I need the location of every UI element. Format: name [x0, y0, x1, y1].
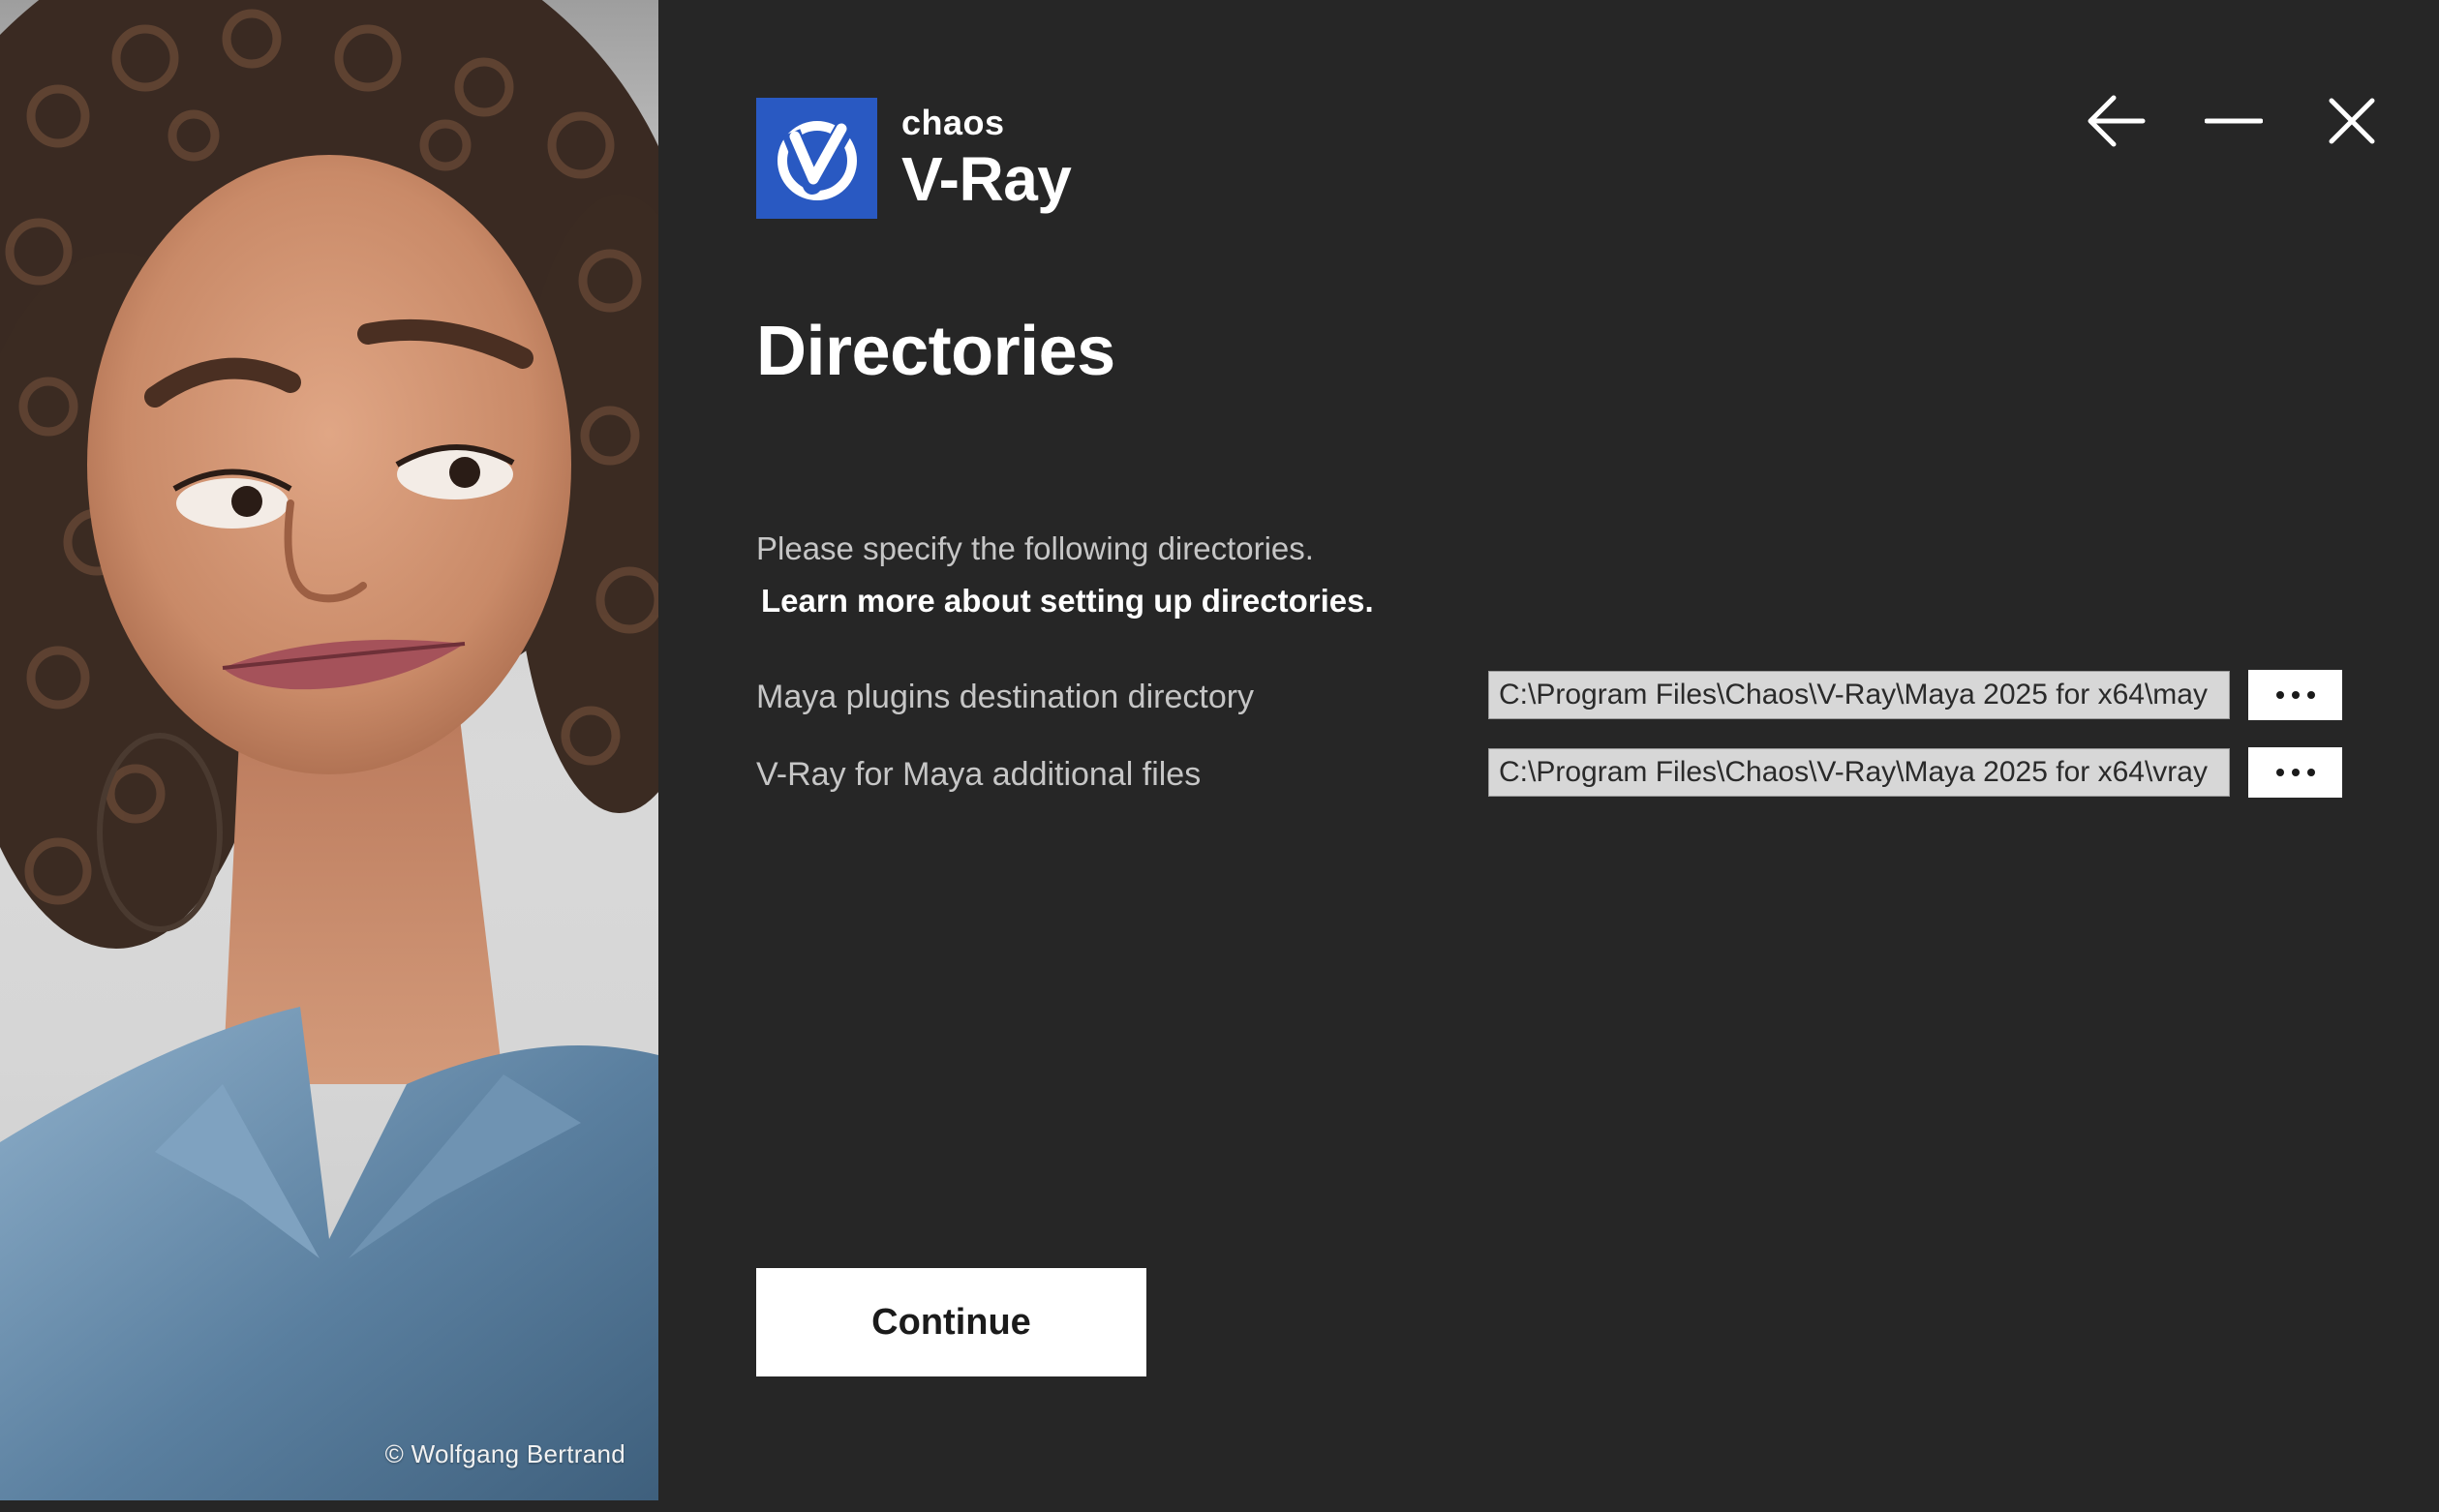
arrow-left-icon	[2088, 95, 2146, 147]
directory-path-input[interactable]	[1488, 671, 2230, 719]
character-portrait-image	[0, 0, 658, 1506]
page-description: Please specify the following directories…	[756, 530, 1314, 566]
vray-v-icon	[756, 98, 877, 219]
logo-wordmark: chaos V-Ray	[901, 103, 1072, 214]
continue-button[interactable]: Continue	[756, 1268, 1146, 1376]
artwork-bottom-edge	[0, 1500, 658, 1506]
artwork-panel: © Wolfgang Bertrand	[0, 0, 658, 1506]
directory-row-additional-files: V-Ray for Maya additional files	[756, 747, 2342, 799]
back-button[interactable]	[2085, 92, 2147, 150]
directory-label: V-Ray for Maya additional files	[756, 756, 1202, 793]
page-title: Directories	[756, 313, 1115, 390]
directory-label: Maya plugins destination directory	[756, 679, 1255, 715]
logo-brand: chaos	[901, 103, 1005, 142]
directory-path-input[interactable]	[1488, 748, 2230, 797]
close-icon	[2329, 98, 2375, 144]
logo-product: V-Ray	[901, 144, 1072, 214]
window-controls	[2085, 92, 2383, 150]
more-dots-icon	[2275, 769, 2315, 776]
browse-button[interactable]	[2248, 747, 2342, 798]
browse-button[interactable]	[2248, 670, 2342, 720]
vray-logo: chaos V-Ray	[756, 98, 1072, 219]
artwork-credit: © Wolfgang Bertrand	[384, 1439, 625, 1468]
installer-window: © Wolfgang Bertrand chaos V-Ray Director…	[0, 0, 2439, 1512]
minimize-icon	[2205, 118, 2263, 124]
minimize-button[interactable]	[2203, 92, 2265, 150]
more-dots-icon	[2275, 691, 2315, 699]
directory-row-maya-plugins: Maya plugins destination directory	[756, 670, 2342, 721]
close-button[interactable]	[2321, 92, 2383, 150]
learn-more-link[interactable]: Learn more about setting up directories.	[761, 583, 1374, 620]
